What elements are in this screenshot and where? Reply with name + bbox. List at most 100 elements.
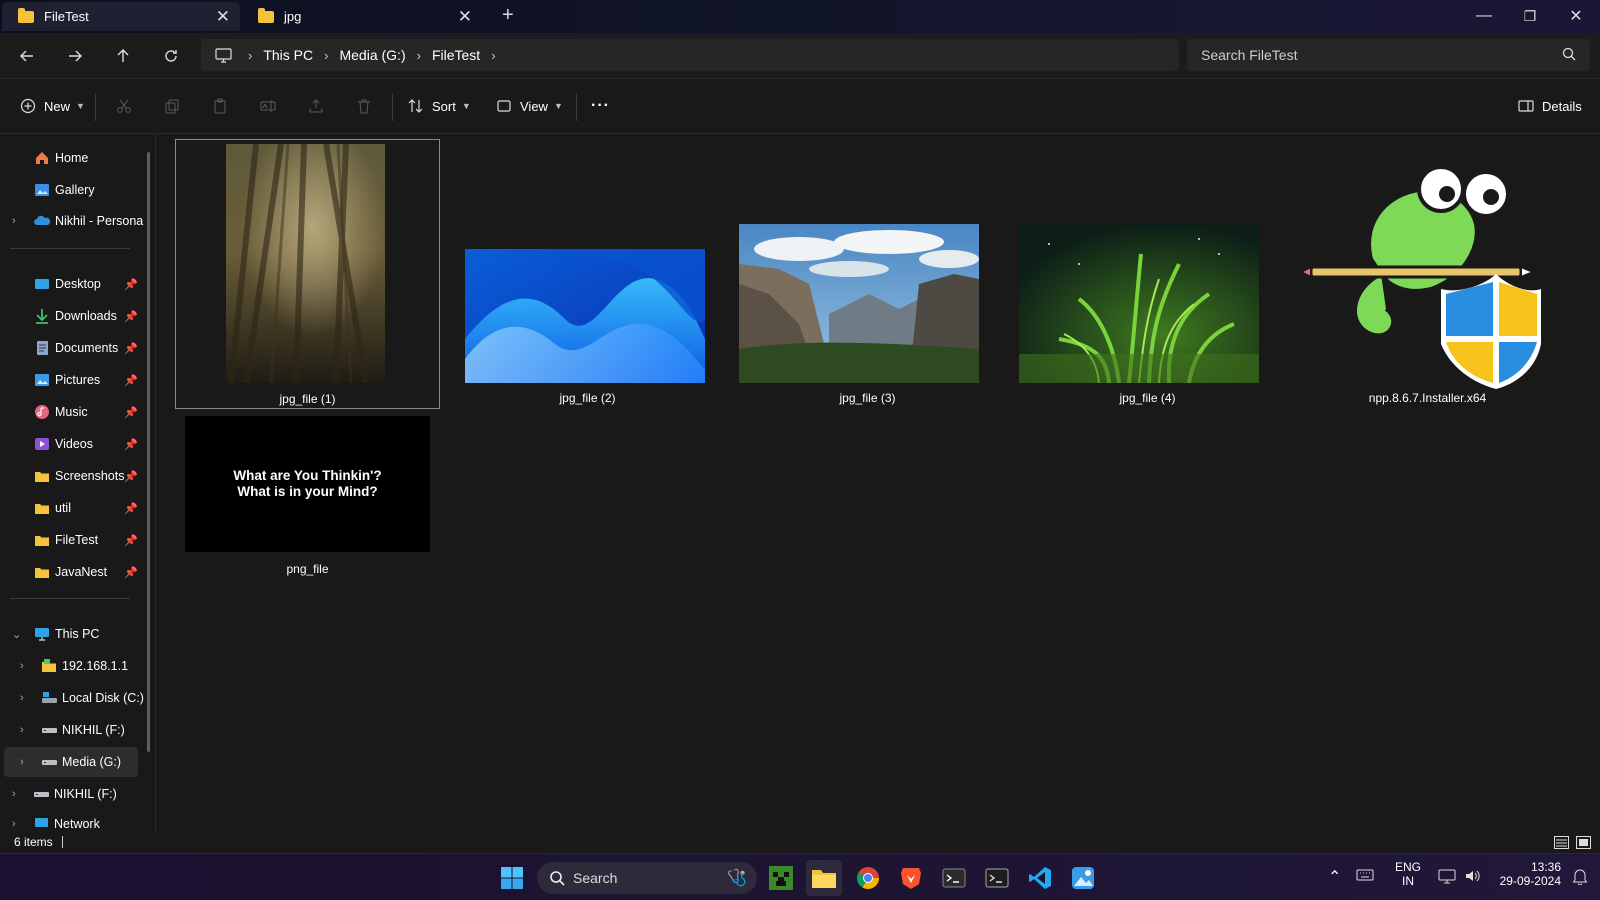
new-button[interactable]: New ▼ <box>20 93 85 119</box>
paste-button[interactable] <box>212 93 228 119</box>
terminal-icon[interactable] <box>936 860 972 896</box>
file-item-jpg-4[interactable]: jpg_file (4) <box>1015 139 1280 409</box>
chevron-down-icon[interactable]: ⌄ <box>12 628 21 641</box>
pin-icon[interactable]: 📌 <box>124 534 138 547</box>
pin-icon[interactable]: 📌 <box>124 566 138 579</box>
maximize-button[interactable]: ❐ <box>1510 2 1550 30</box>
sort-button[interactable]: Sort ▼ <box>408 93 471 119</box>
pin-icon[interactable]: 📌 <box>124 374 138 387</box>
sidebar-item-desktop[interactable]: Desktop 📌 <box>0 269 140 299</box>
volume-icon[interactable] <box>1464 868 1482 887</box>
pin-icon[interactable]: 📌 <box>124 470 138 483</box>
tab-jpg[interactable]: jpg ✕ <box>242 2 482 31</box>
scissors-icon <box>117 99 131 113</box>
details-view-toggle[interactable] <box>1554 836 1569 852</box>
photos-icon[interactable] <box>1065 860 1101 896</box>
file-item-png[interactable]: What are You Thinkin'? What is in your M… <box>175 412 440 582</box>
sidebar-item-network[interactable]: › Network <box>0 809 140 833</box>
tab-filetest[interactable]: FileTest ✕ <box>2 2 240 31</box>
sidebar-item-gallery[interactable]: Gallery <box>0 175 140 205</box>
sidebar-item-this-pc[interactable]: ⌄ This PC <box>0 619 140 649</box>
file-explorer-icon[interactable] <box>806 860 842 896</box>
sidebar-item-nikhil-f[interactable]: › NIKHIL (F:) <box>0 715 140 745</box>
pin-icon[interactable]: 📌 <box>124 438 138 451</box>
sidebar-item-music[interactable]: Music 📌 <box>0 397 140 427</box>
search-icon[interactable] <box>1562 47 1576 64</box>
sidebar-item-nikhil-f-root[interactable]: › NIKHIL (F:) <box>0 779 140 809</box>
pin-icon[interactable]: 📌 <box>124 278 138 291</box>
language-indicator[interactable]: ENG IN <box>1395 860 1421 888</box>
chevron-right-icon[interactable]: › <box>12 215 16 227</box>
file-item-jpg-3[interactable]: jpg_file (3) <box>735 139 1000 409</box>
sidebar-item-label: NIKHIL (F:) <box>62 723 125 737</box>
details-button[interactable]: Details <box>1518 93 1582 119</box>
sidebar-item-downloads[interactable]: Downloads 📌 <box>0 301 140 331</box>
date: 29-09-2024 <box>1499 874 1561 888</box>
chevron-right-icon[interactable]: › <box>20 692 24 704</box>
clock[interactable]: 13:36 29-09-2024 <box>1493 860 1561 888</box>
list-view-icon <box>1554 836 1569 849</box>
back-button[interactable] <box>11 41 43 71</box>
keyboard-icon[interactable] <box>1356 868 1374 885</box>
brave-browser-icon[interactable] <box>893 860 929 896</box>
delete-button[interactable] <box>356 93 372 119</box>
file-item-jpg-2[interactable]: jpg_file (2) <box>455 139 720 409</box>
sidebar-item-label: JavaNest <box>55 565 108 579</box>
pin-icon[interactable]: 📌 <box>124 342 138 355</box>
pin-icon[interactable]: 📌 <box>124 502 138 515</box>
large-icons-view-toggle[interactable] <box>1576 836 1591 852</box>
sidebar-item-local-disk-c[interactable]: › Local Disk (C:) <box>0 683 144 713</box>
close-tab-icon[interactable]: ✕ <box>216 7 230 27</box>
breadcrumb-this-pc[interactable]: This PC <box>263 47 313 63</box>
chevron-right-icon[interactable]: › <box>12 818 16 830</box>
chevron-right-icon[interactable]: › <box>12 788 16 800</box>
minecraft-icon[interactable] <box>763 860 799 896</box>
share-button[interactable] <box>308 93 324 119</box>
sidebar-item-onedrive[interactable]: › Nikhil - Persona <box>0 206 143 236</box>
pin-icon[interactable]: 📌 <box>124 406 138 419</box>
cut-button[interactable] <box>116 93 132 119</box>
breadcrumb-separator[interactable]: › <box>491 48 495 63</box>
close-window-button[interactable]: ✕ <box>1556 2 1596 30</box>
file-item-npp-installer[interactable]: npp.8.6.7.Installer.x64 <box>1295 139 1560 409</box>
taskbar-search[interactable]: Search 🩺 <box>537 862 757 894</box>
minimize-button[interactable]: — <box>1464 2 1504 30</box>
up-button[interactable] <box>107 41 139 71</box>
sidebar-item-screenshots[interactable]: Screenshots 📌 <box>0 461 140 491</box>
notification-bell-icon[interactable] <box>1572 867 1588 888</box>
forward-button[interactable] <box>59 41 91 71</box>
sidebar-item-videos[interactable]: Videos 📌 <box>0 429 140 459</box>
vscode-icon[interactable] <box>1022 860 1058 896</box>
sidebar-item-util[interactable]: util 📌 <box>0 493 140 523</box>
breadcrumb-media-g[interactable]: Media (G:) <box>339 47 405 63</box>
sidebar-item-pictures[interactable]: Pictures 📌 <box>0 365 140 395</box>
search-input[interactable]: Search FileTest <box>1187 39 1590 71</box>
sidebar-item-media-g[interactable]: › Media (G:) <box>4 747 138 777</box>
command-prompt-icon[interactable] <box>979 860 1015 896</box>
chevron-right-icon[interactable]: › <box>20 660 24 672</box>
breadcrumb-filetest[interactable]: FileTest <box>432 47 480 63</box>
sidebar-item-javanest[interactable]: JavaNest 📌 <box>0 557 140 587</box>
chrome-icon[interactable] <box>850 860 886 896</box>
start-button[interactable] <box>494 860 530 896</box>
file-item-jpg-1[interactable]: jpg_file (1) <box>175 139 440 409</box>
more-options-button[interactable]: ··· <box>591 93 610 119</box>
chevron-right-icon[interactable]: › <box>20 724 24 736</box>
copy-button[interactable] <box>164 93 180 119</box>
sidebar-item-network-share[interactable]: › 192.168.1.1 <box>0 651 140 681</box>
view-button[interactable]: View ▼ <box>496 93 563 119</box>
address-bar[interactable]: › This PC › Media (G:) › FileTest › <box>201 39 1179 71</box>
refresh-button[interactable] <box>155 41 187 71</box>
rename-button[interactable] <box>260 93 276 119</box>
new-tab-button[interactable]: + <box>502 4 514 27</box>
pin-icon[interactable]: 📌 <box>124 310 138 323</box>
chevron-right-icon[interactable]: › <box>20 756 24 768</box>
close-tab-icon[interactable]: ✕ <box>458 7 472 27</box>
sidebar-item-filetest[interactable]: FileTest 📌 <box>0 525 140 555</box>
sidebar-item-documents[interactable]: Documents 📌 <box>0 333 140 363</box>
network-status-icon[interactable] <box>1438 868 1456 887</box>
sidebar-item-home[interactable]: Home <box>0 143 140 173</box>
show-hidden-icons-chevron-up-icon[interactable]: ⌃ <box>1328 867 1341 887</box>
thumbnail-valley <box>739 224 979 383</box>
sidebar-scrollbar[interactable] <box>147 152 150 752</box>
